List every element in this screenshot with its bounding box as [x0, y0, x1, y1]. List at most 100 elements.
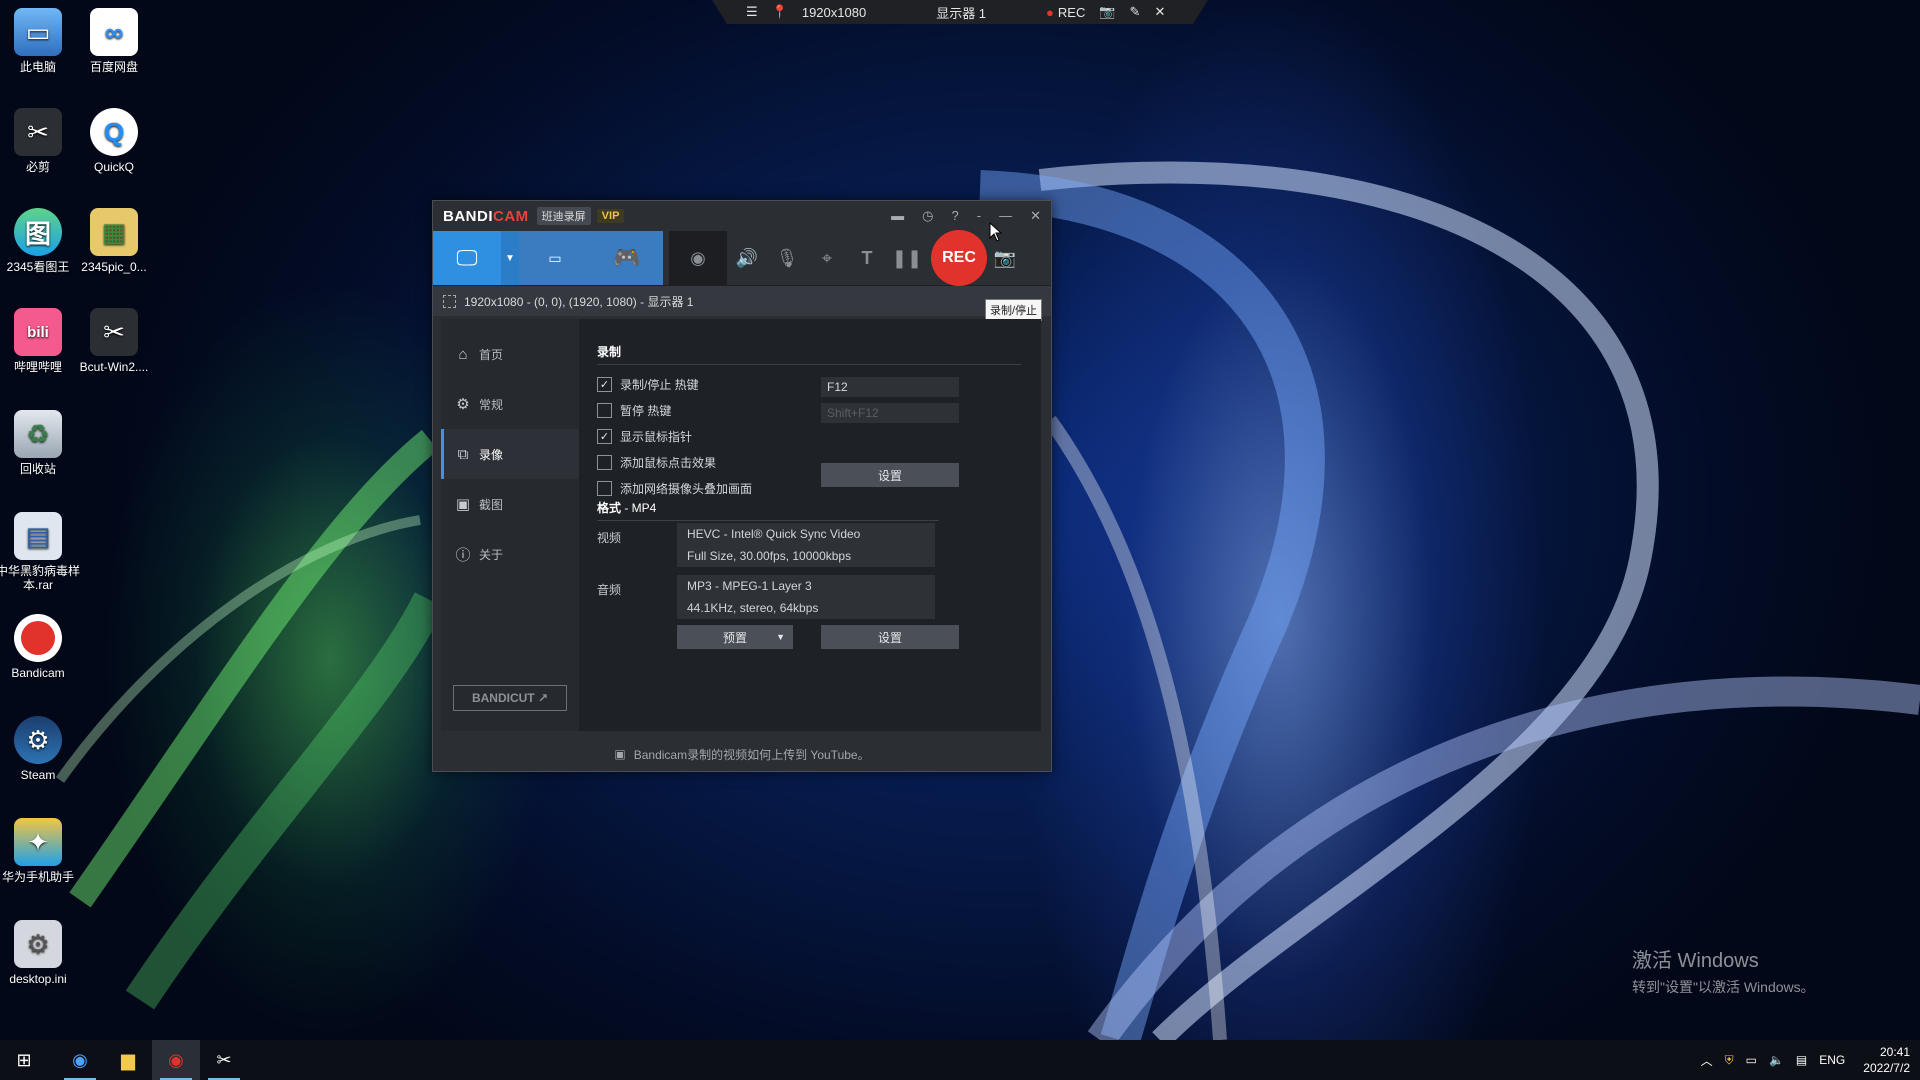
device-mode-button[interactable]: ▭: [519, 231, 591, 285]
webcam-settings-button[interactable]: 设置: [821, 463, 959, 487]
format-settings-button[interactable]: 设置: [821, 625, 959, 649]
desktop-icon-desktop-ini[interactable]: ⚙ desktop.ini: [0, 920, 80, 986]
volume-icon[interactable]: 🔈: [1769, 1053, 1784, 1067]
image-file-icon: ▦: [90, 208, 138, 256]
start-button[interactable]: ⊞: [0, 1040, 48, 1080]
desktop-icon-steam[interactable]: ⚙ Steam: [0, 716, 80, 782]
desktop-icon-recycle-bin[interactable]: ♻ 回收站: [0, 410, 80, 476]
recycle-bin-icon: ♻: [14, 410, 62, 458]
hdmi-icon: ▭: [548, 249, 562, 266]
webcam-icon: ◉: [690, 247, 706, 268]
video-settings-panel: 录制 ✓ 录制/停止 热键 暂停 热键 ✓ 显示鼠标指针 添加鼠标点击效果 添加网络…: [579, 319, 1041, 731]
chevron-down-icon: ▼: [505, 252, 515, 264]
audio-params-text: 44.1KHz, stereo, 64kbps: [687, 601, 819, 615]
desktop-icon-bcut[interactable]: ✂ Bcut-Win2....: [72, 308, 156, 374]
checkbox-unchecked[interactable]: [597, 480, 612, 496]
nav-item-screenshot[interactable]: ▣ 截图: [441, 479, 579, 529]
pin-icon[interactable]: 📍: [772, 4, 788, 20]
nav-item-general[interactable]: ⚙ 常规: [441, 379, 579, 429]
gear-icon: ⚙: [456, 396, 470, 413]
rec-bar-display: 显示器 1: [936, 5, 987, 21]
text-overlay-button[interactable]: T: [847, 231, 887, 285]
video-format-label: 视频: [597, 531, 622, 545]
desktop-icon-bilibili[interactable]: bili 哔哩哔哩: [0, 308, 80, 374]
folder-icon[interactable]: ▬: [891, 208, 904, 224]
desktop-icon-bandicam[interactable]: Bandicam: [0, 614, 80, 680]
video-format-box[interactable]: HEVC - Intel® Quick Sync Video Full Size…: [677, 523, 935, 567]
option-show-cursor[interactable]: ✓ 显示鼠标指针: [597, 423, 1021, 449]
browser-icon: ◉: [72, 1049, 88, 1070]
close-window-icon[interactable]: ✕: [1030, 208, 1041, 224]
clock-icon[interactable]: ◷: [922, 208, 933, 224]
region-icon: [443, 294, 456, 308]
desktop-icon-2345-viewer[interactable]: 图 2345看图王: [0, 208, 80, 274]
record-tooltip: 录制/停止: [985, 299, 1043, 321]
network-icon[interactable]: ▤: [1796, 1053, 1807, 1067]
computer-icon: ▭: [14, 8, 62, 56]
bandicam-icon: ◉: [168, 1049, 184, 1070]
game-mode-button[interactable]: 🎮: [591, 231, 663, 285]
audio-format-box[interactable]: MP3 - MPEG-1 Layer 3 44.1KHz, stereo, 64…: [677, 575, 935, 619]
menu-icon[interactable]: ☰: [746, 4, 758, 20]
taskbar-app-browser[interactable]: ◉: [56, 1040, 104, 1080]
video-record-icon: ⧉: [457, 445, 469, 463]
record-dot-icon: ●: [1046, 4, 1054, 20]
desktop-icon-2345pic[interactable]: ▦ 2345pic_0...: [72, 208, 156, 274]
mouse-effect-button[interactable]: ⌖: [807, 231, 847, 285]
bijian-icon: ✂: [216, 1049, 232, 1070]
checkbox-unchecked[interactable]: [597, 402, 612, 418]
chevron-up-icon[interactable]: ︿: [1701, 1052, 1713, 1069]
desktop-icon-bijian[interactable]: ✂ 必剪: [0, 108, 80, 174]
record-hotkey-field[interactable]: F12: [821, 377, 959, 397]
pencil-icon[interactable]: ✎: [1130, 4, 1141, 20]
bandicam-titlebar[interactable]: BANDICAM 班迪录屏 VIP ▬ ◷ ? - — ✕: [433, 201, 1051, 231]
close-icon[interactable]: ✕: [1154, 4, 1165, 20]
pause-button[interactable]: ❚❚: [887, 231, 927, 285]
bandicut-button[interactable]: BANDICUT ↗: [453, 685, 567, 711]
desktop-icon-quickq[interactable]: Q QuickQ: [72, 108, 156, 174]
status-tip[interactable]: ▣ Bandicam录制的视频如何上传到 YouTube。: [433, 737, 1051, 771]
quickq-icon: Q: [90, 108, 138, 156]
nav-item-video[interactable]: ⧉ 录像: [441, 429, 579, 479]
huawei-assistant-icon: ✦: [14, 818, 62, 866]
recording-target-bar: ☰ 📍 1920x1080 显示器 1 ● REC 📷 ✎ ✕: [712, 0, 1208, 24]
checkbox-checked[interactable]: ✓: [597, 428, 612, 444]
webcam-button[interactable]: ◉: [669, 231, 727, 285]
bandicam-logo: BANDICAM: [443, 207, 529, 225]
chevron-down-icon: ▼: [776, 632, 785, 642]
microphone-button[interactable]: 🎙: [767, 231, 807, 285]
checkbox-checked[interactable]: ✓: [597, 376, 612, 392]
screen-mode-button[interactable]: 🖵: [433, 231, 501, 285]
shield-icon[interactable]: ⛨: [1725, 1053, 1734, 1068]
capture-area-bar[interactable]: 1920x1080 - (0, 0), (1920, 1080) - 显示器 1…: [433, 285, 1051, 316]
screen-mode-dropdown[interactable]: ▼: [501, 231, 519, 285]
brand-subtitle: 班迪录屏: [536, 207, 591, 225]
taskbar: ⊞ ◉ ▆ ◉ ✂ ︿ ⛨ ▭ 🔈 ▤ ENG 20:41 2022/7/2: [0, 1040, 1920, 1080]
battery-icon[interactable]: ▭: [1746, 1053, 1757, 1067]
desktop-icon-baidu-netdisk[interactable]: ∞ 百度网盘: [72, 8, 156, 74]
format-section-title: 格式 - MP4: [597, 499, 939, 521]
camera-icon[interactable]: 📷: [1099, 4, 1115, 20]
settings-sidebar: ⌂ 首页 ⚙ 常规 ⧉ 录像 ▣ 截图 ⓘ 关于 BANDICUT ↗: [441, 319, 579, 731]
taskbar-app-explorer[interactable]: ▆: [104, 1040, 152, 1080]
record-section-title: 录制: [597, 343, 1021, 365]
nav-item-home[interactable]: ⌂ 首页: [441, 329, 579, 379]
help-icon[interactable]: ?: [952, 208, 959, 224]
speaker-button[interactable]: 🔊: [727, 231, 767, 285]
taskbar-app-bandicam[interactable]: ◉: [152, 1040, 200, 1080]
preset-button[interactable]: 预置 ▼: [677, 625, 793, 649]
bcut-icon: ✂: [90, 308, 138, 356]
record-button[interactable]: REC: [931, 230, 987, 286]
minimize-to-tray-icon[interactable]: -: [977, 208, 981, 224]
desktop-icon-huawei[interactable]: ✦ 华为手机助手: [0, 818, 80, 884]
taskbar-app-bijian[interactable]: ✂: [200, 1040, 248, 1080]
desktop-icon-rar[interactable]: ▤ 中华黑豹病毒样本.rar: [0, 512, 80, 592]
nav-item-about[interactable]: ⓘ 关于: [441, 529, 579, 579]
clock[interactable]: 20:41 2022/7/2: [1863, 1044, 1910, 1076]
desktop-icon-this-pc[interactable]: ▭ 此电脑: [0, 8, 80, 74]
rec-bar-rec-indicator[interactable]: ● REC: [1046, 5, 1085, 20]
clock-time: 20:41: [1879, 1045, 1910, 1059]
pause-hotkey-field[interactable]: Shift+F12: [821, 403, 959, 423]
checkbox-unchecked[interactable]: [597, 454, 612, 470]
ime-indicator[interactable]: ENG: [1819, 1053, 1845, 1067]
